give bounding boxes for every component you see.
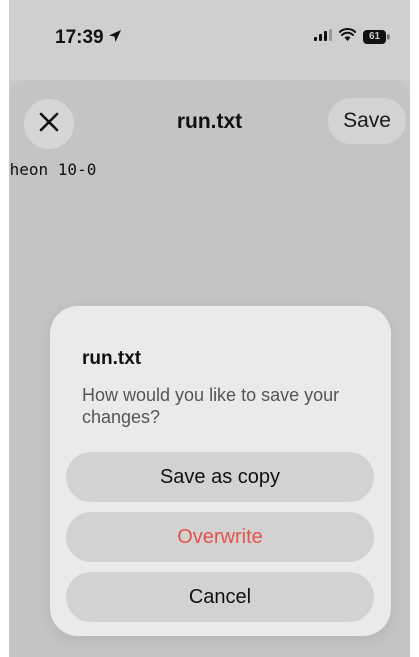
save-as-copy-button[interactable]: Save as copy bbox=[66, 452, 374, 502]
battery-icon: 61 bbox=[363, 30, 390, 44]
wifi-icon bbox=[338, 28, 357, 46]
phone-screen: 17:39 61 run.txt Save Sheon 10-0 run.txt… bbox=[9, 0, 410, 657]
battery-level: 61 bbox=[368, 31, 381, 42]
status-time: 17:39 bbox=[55, 27, 104, 48]
save-dialog: run.txt How would you like to save your … bbox=[50, 306, 391, 636]
status-icons: 61 bbox=[314, 28, 390, 46]
location-arrow-icon bbox=[108, 27, 122, 49]
overwrite-button[interactable]: Overwrite bbox=[66, 512, 374, 562]
editor-text-area[interactable]: Sheon 10-0 bbox=[9, 160, 410, 179]
cancel-button[interactable]: Cancel bbox=[66, 572, 374, 622]
save-button[interactable]: Save bbox=[328, 98, 406, 144]
dialog-message: How would you like to save your changes? bbox=[82, 385, 340, 427]
status-time-group: 17:39 bbox=[55, 27, 122, 49]
status-bar: 17:39 61 bbox=[9, 0, 410, 80]
signal-icon bbox=[314, 28, 332, 46]
dialog-title: run.txt bbox=[82, 348, 142, 369]
